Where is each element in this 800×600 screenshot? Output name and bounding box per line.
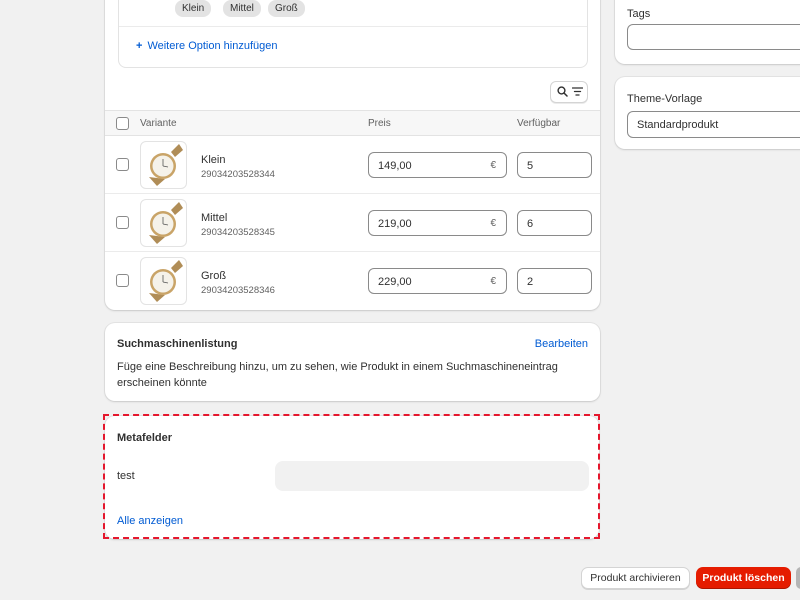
seo-card: Suchmaschinenlistung Bearbeiten Füge ein… [105,323,600,401]
watch-icon [149,144,183,186]
delete-product-button[interactable]: Produkt löschen [696,567,791,589]
variant-sku: 29034203528346 [201,285,275,296]
variant-sku: 29034203528345 [201,227,275,238]
price-input[interactable]: 149,00 € [368,152,507,178]
watch-icon [149,202,183,244]
tags-input[interactable] [627,24,800,50]
metafields-title: Metafelder [117,432,173,444]
add-option-label: Weitere Option hinzufügen [147,40,278,52]
variant-row[interactable]: Mittel 29034203528345 219,00 € 6 [105,194,600,252]
theme-template-select[interactable]: Standardprodukt [627,111,800,138]
product-thumbnail [140,141,187,189]
quantity-value: 6 [527,218,534,230]
quantity-value: 2 [527,276,534,288]
metafields-card: Metafelder test Alle anzeigen [105,416,599,539]
seo-description: Füge eine Beschreibung hinzu, um zu sehe… [117,361,558,389]
column-header-price: Preis [368,118,391,129]
row-checkbox[interactable] [116,216,129,229]
variant-row[interactable]: Klein 29034203528344 149,00 € 5 [105,136,600,194]
seo-edit-link[interactable]: Bearbeiten [535,338,588,350]
metafield-input[interactable] [275,461,589,491]
tags-card: Tags [615,0,800,64]
plus-icon: + [136,40,143,52]
divider [119,26,587,27]
row-checkbox[interactable] [116,158,129,171]
metafield-label: test [117,470,135,482]
option-value-chip: Klein [175,0,212,17]
currency-symbol: € [490,160,496,171]
variant-sku: 29034203528344 [201,169,275,180]
column-header-availability: Verfügbar [517,118,561,129]
quantity-input[interactable]: 6 [517,210,592,236]
quantity-value: 5 [527,160,534,172]
variant-name: Mittel [201,212,228,224]
save-button[interactable] [796,567,800,589]
option-value-chip: Mittel [223,0,261,17]
price-value: 219,00 [378,218,412,230]
show-all-link[interactable]: Alle anzeigen [117,515,183,527]
variant-name: Groß [201,270,227,282]
quantity-input[interactable]: 2 [517,268,592,294]
variant-row[interactable]: Groß 29034203528346 229,00 € 2 [105,252,600,310]
quantity-input[interactable]: 5 [517,152,592,178]
currency-symbol: € [490,218,496,229]
column-header-variant: Variante [140,118,177,129]
filter-icon [572,87,583,96]
product-thumbnail [140,199,187,247]
add-option-link[interactable]: + Weitere Option hinzufügen [136,40,277,52]
options-box: Klein Mittel Groß + Weitere Option hinzuf… [118,0,588,68]
product-thumbnail [140,257,187,305]
currency-symbol: € [490,276,496,287]
variants-card: Klein Mittel Groß + Weitere Option hinzuf… [105,0,600,310]
variant-name: Klein [201,154,226,166]
price-value: 149,00 [378,160,412,172]
theme-template-value: Standardprodukt [637,119,719,131]
search-filter-button[interactable] [550,81,588,103]
select-all-checkbox[interactable] [116,117,129,130]
price-value: 229,00 [378,276,412,288]
search-icon [557,86,568,97]
archive-product-button[interactable]: Produkt archivieren [581,567,690,589]
variants-table-header: Variante Preis Verfügbar [105,110,600,136]
option-value-chip: Groß [268,0,305,17]
theme-template-card: Theme-Vorlage Standardprodukt [615,77,800,149]
watch-icon [149,260,183,302]
tags-label: Tags [627,8,651,20]
price-input[interactable]: 229,00 € [368,268,507,294]
price-input[interactable]: 219,00 € [368,210,507,236]
seo-title: Suchmaschinenlistung [117,338,238,350]
theme-template-label: Theme-Vorlage [627,93,703,105]
row-checkbox[interactable] [116,274,129,287]
